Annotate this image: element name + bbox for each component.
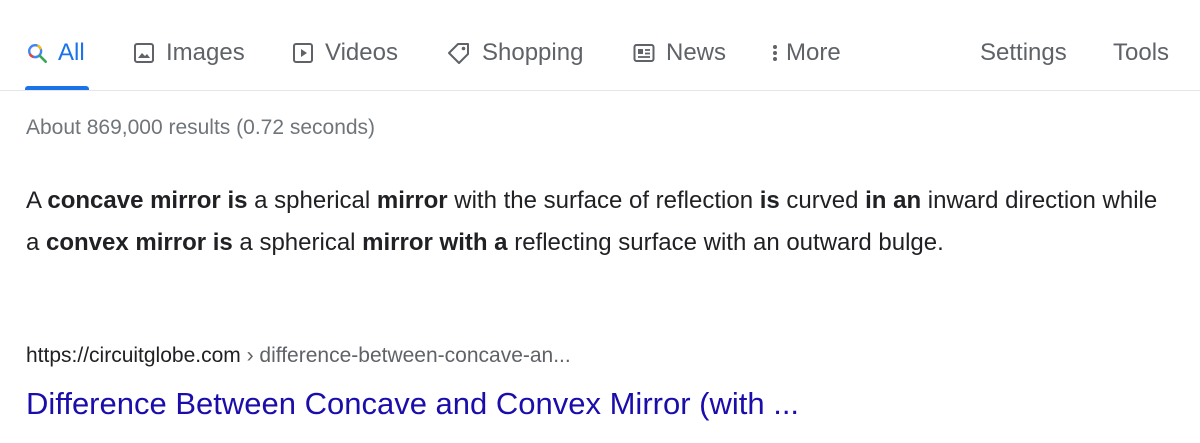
tab-images-label: Images bbox=[166, 39, 245, 66]
image-icon bbox=[132, 41, 156, 65]
video-play-icon bbox=[291, 41, 315, 65]
tab-images[interactable]: Images bbox=[132, 36, 245, 70]
tools-label: Tools bbox=[1113, 39, 1170, 66]
snippet-text: reflecting surface with an outward bulge… bbox=[507, 229, 944, 256]
tab-more-label: More bbox=[786, 39, 841, 66]
settings-link[interactable]: Settings bbox=[980, 36, 1067, 70]
snippet-text: a spherical bbox=[232, 229, 363, 256]
result-title-link[interactable]: Difference Between Concave and Convex Mi… bbox=[26, 386, 799, 422]
snippet-text: curved bbox=[779, 187, 866, 214]
active-tab-indicator bbox=[25, 86, 89, 90]
vertical-dots-icon bbox=[770, 41, 780, 65]
snippet-bold-text: mirror with a bbox=[362, 229, 508, 256]
snippet-bold-text: mirror bbox=[376, 187, 448, 214]
snippet-bold-text: concave mirror is bbox=[47, 187, 248, 214]
result-domain: https://circuitglobe.com bbox=[26, 344, 241, 367]
newspaper-icon bbox=[632, 41, 656, 65]
featured-snippet: A concave mirror is a spherical mirror w… bbox=[26, 180, 1176, 264]
tab-all-label: All bbox=[58, 39, 85, 66]
tag-icon bbox=[446, 41, 472, 65]
tab-shopping-label: Shopping bbox=[482, 39, 584, 66]
snippet-text: A bbox=[26, 187, 48, 214]
tab-more[interactable]: More bbox=[770, 36, 841, 70]
tab-news[interactable]: News bbox=[632, 36, 726, 70]
tab-videos-label: Videos bbox=[325, 39, 398, 66]
tools-link[interactable]: Tools bbox=[1113, 36, 1169, 70]
snippet-bold-text: convex mirror is bbox=[46, 229, 233, 256]
snippet-bold-text: is bbox=[759, 187, 780, 214]
search-tabs: All Images Videos Shopping News More Set… bbox=[0, 0, 1200, 91]
result-breadcrumb: › difference-between-concave-an... bbox=[240, 344, 571, 367]
snippet-text: with the surface of reflection bbox=[447, 187, 760, 214]
result-url[interactable]: https://circuitglobe.com › difference-be… bbox=[26, 344, 571, 368]
settings-label: Settings bbox=[980, 39, 1067, 66]
tab-shopping[interactable]: Shopping bbox=[446, 36, 583, 70]
tab-videos[interactable]: Videos bbox=[291, 36, 398, 70]
search-icon bbox=[26, 42, 48, 64]
tab-news-label: News bbox=[666, 39, 727, 66]
snippet-bold-text: in an bbox=[865, 187, 922, 214]
snippet-text: a spherical bbox=[247, 187, 377, 214]
result-stats: About 869,000 results (0.72 seconds) bbox=[26, 116, 376, 139]
tab-all[interactable]: All bbox=[26, 36, 85, 70]
